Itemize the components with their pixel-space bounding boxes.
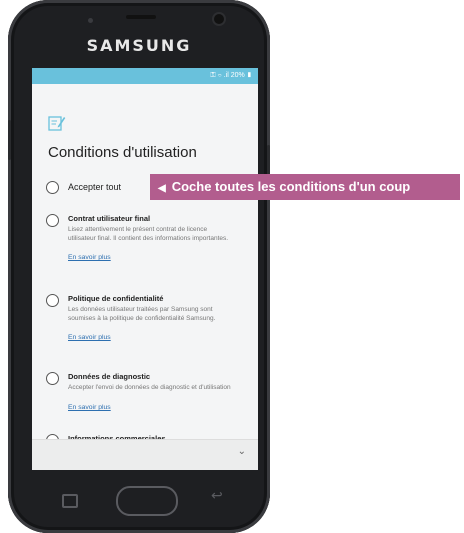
eula-title: Contrat utilisateur final — [68, 214, 151, 223]
brand-logo: SAMSUNG — [86, 36, 192, 55]
recent-apps-icon[interactable] — [62, 494, 78, 508]
bottom-bar: ⌄ — [32, 439, 258, 470]
privacy-title: Politique de confidentialité — [68, 294, 164, 303]
privacy-learn-more-link[interactable]: En savoir plus — [68, 334, 111, 341]
diagnostics-description: Accepter l'envoi de données de diagnosti… — [68, 384, 231, 391]
privacy-description: Les données utilisateur traitées par Sam… — [68, 306, 216, 322]
page-title: Conditions d'utilisation — [48, 144, 197, 161]
phone-screen: ⚿ ⌔ .il 20% ▮ Conditions d'utilisation A… — [32, 68, 258, 470]
eula-description: Lisez attentivement le présent contrat d… — [68, 226, 229, 242]
arrow-left-icon: ◀ — [158, 183, 166, 194]
eula-learn-more-link[interactable]: En savoir plus — [68, 254, 111, 261]
callout-text: Coche toutes les conditions d'un coup — [171, 179, 411, 194]
privacy-radio[interactable] — [46, 294, 59, 307]
back-icon[interactable]: ↩ — [211, 487, 223, 504]
chevron-down-icon[interactable]: ⌄ — [238, 446, 246, 457]
status-bar: ⚿ ⌔ .il 20% ▮ — [32, 68, 258, 84]
phone-frame: SAMSUNG ⚿ ⌔ .il 20% ▮ Conditions d'utili… — [8, 0, 270, 533]
terms-item-eula[interactable]: Contrat utilisateur final Lisez attentiv… — [46, 214, 252, 274]
sensor-icon — [88, 18, 93, 23]
home-button[interactable] — [116, 486, 178, 516]
accept-all-label: Accepter tout — [68, 182, 122, 192]
accept-all-radio[interactable] — [46, 181, 59, 194]
front-camera-icon — [214, 14, 224, 24]
speaker-grille — [126, 15, 156, 19]
annotation-callout: ◀ Coche toutes les conditions d'un coup — [150, 174, 460, 200]
power-button — [267, 145, 270, 177]
terms-item-privacy[interactable]: Politique de confidentialité Les données… — [46, 294, 252, 354]
terms-item-diagnostics[interactable]: Données de diagnostic Accepter l'envoi d… — [46, 372, 252, 422]
edit-document-icon — [48, 116, 66, 131]
diagnostics-title: Données de diagnostic — [68, 372, 151, 381]
diagnostics-radio[interactable] — [46, 372, 59, 385]
diagnostics-learn-more-link[interactable]: En savoir plus — [68, 404, 111, 411]
eula-radio[interactable] — [46, 214, 59, 227]
volume-button — [8, 120, 11, 160]
